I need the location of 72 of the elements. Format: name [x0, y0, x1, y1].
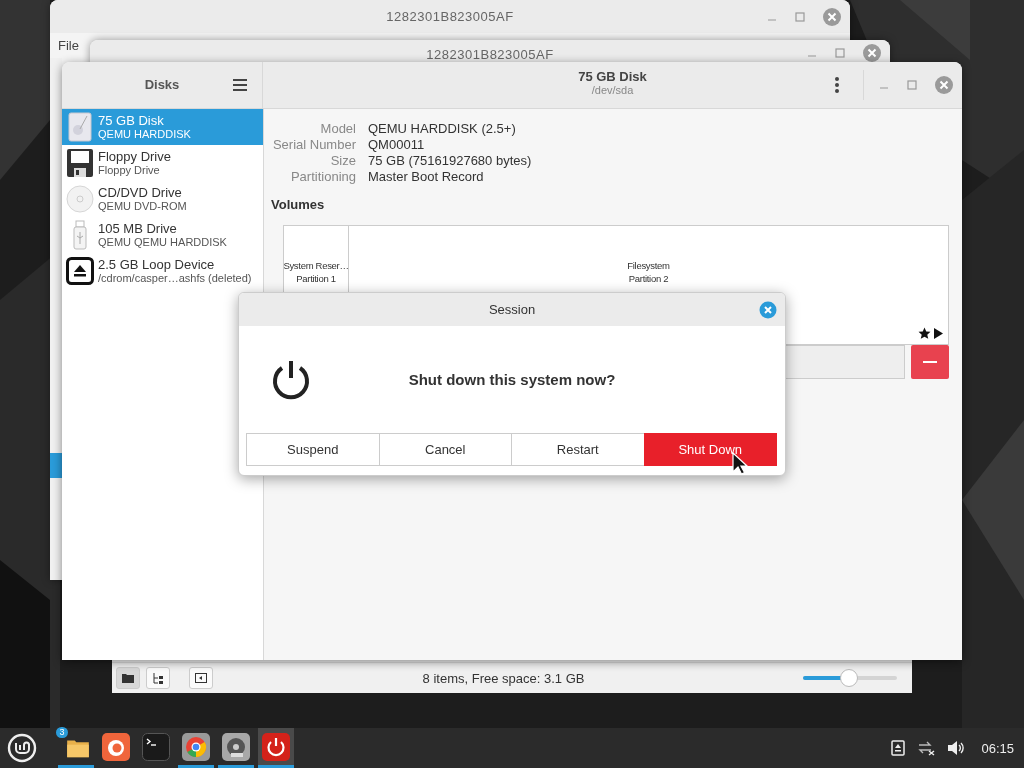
drive-detail: QEMU DVD-ROM	[98, 200, 187, 213]
optical-disc-icon	[66, 184, 94, 214]
dialog-button[interactable]: Cancel	[378, 433, 512, 466]
drive-detail: QEMU QEMU HARDDISK	[98, 236, 227, 249]
notification-badge: 3	[56, 727, 68, 738]
window-title: 75 GB Disk	[578, 69, 647, 84]
removable-drive-icon[interactable]	[891, 740, 906, 756]
more-options-icon[interactable]	[835, 77, 839, 93]
dialog-button[interactable]: Restart	[511, 433, 645, 466]
dialog-message: Shut down this system now?	[407, 371, 617, 388]
power-icon[interactable]	[262, 732, 290, 761]
drive-name: 105 MB Drive	[98, 221, 178, 236]
tree-icon	[152, 672, 164, 684]
tree-view-button[interactable]	[146, 667, 170, 689]
browser-icon[interactable]	[102, 732, 130, 761]
property-label: Serial Number	[271, 137, 356, 153]
sidebar-selection	[50, 453, 62, 478]
drive-name: Floppy Drive	[98, 149, 171, 164]
taskbar-app[interactable]	[258, 728, 294, 768]
volume-icon[interactable]	[947, 740, 966, 756]
sidebar-toggle-button[interactable]	[189, 667, 213, 689]
eject-icon	[66, 256, 94, 286]
close-icon[interactable]	[934, 75, 954, 95]
play-icon	[933, 327, 944, 340]
property-label: Model	[319, 121, 356, 137]
terminal-icon[interactable]	[142, 732, 170, 761]
zoom-slider-thumb[interactable]	[840, 669, 859, 687]
drive-item[interactable]: 105 MB Drive QEMU QEMU HARDDISK	[62, 217, 263, 253]
property-label: Size	[329, 153, 356, 169]
property-value: 75 GB (75161927680 bytes)	[368, 153, 533, 169]
folder-icon	[122, 673, 134, 683]
icon-view-button[interactable]	[116, 667, 140, 689]
section-heading: Volumes	[271, 197, 326, 213]
browser-icon[interactable]	[182, 732, 210, 761]
window-title: 1282301B823005AF	[386, 9, 514, 24]
dialog-button[interactable]: Suspend	[246, 433, 380, 466]
network-disconnected-icon[interactable]	[917, 740, 936, 756]
window-subtitle: /dev/sda	[591, 84, 634, 96]
star-icon	[918, 327, 931, 340]
partition-number: Partition 2	[628, 271, 669, 285]
status-text: 8 items, Free space: 3.1 GB	[421, 670, 586, 686]
close-icon[interactable]	[862, 43, 882, 63]
drive-detail: Floppy Drive	[98, 164, 161, 177]
partition-name: System Reser…	[283, 258, 349, 272]
property-value: QM00011	[368, 137, 426, 153]
drive-item[interactable]: 2.5 GB Loop Device /cdrom/casper…ashfs (deleted)	[62, 253, 263, 289]
menu-icon[interactable]	[232, 78, 248, 92]
menu-item[interactable]: File	[50, 33, 87, 58]
drive-name: CD/DVD Drive	[98, 185, 183, 200]
sidebar-title: Disks	[144, 77, 180, 92]
close-icon[interactable]	[759, 300, 777, 319]
window-title: 1282301B823005AF	[426, 47, 554, 62]
drive-item[interactable]: Floppy Drive Floppy Drive	[62, 145, 263, 181]
close-icon[interactable]	[822, 6, 842, 27]
drive-name: 2.5 GB Loop Device	[98, 257, 216, 272]
drive-name: 75 GB Disk	[98, 113, 165, 128]
drive-item[interactable]: CD/DVD Drive QEMU DVD-ROM	[62, 181, 263, 217]
dialog-title: Session	[488, 302, 536, 317]
property-label: Partitioning	[289, 169, 356, 185]
minus-icon	[923, 361, 937, 363]
partition-name: Filesystem	[627, 258, 670, 272]
clock[interactable]: 06:15	[981, 740, 1014, 756]
start-menu-icon[interactable]	[7, 733, 37, 763]
drive-detail: /cdrom/casper…ashfs (deleted)	[98, 272, 252, 285]
disk-utility-icon[interactable]	[222, 732, 250, 761]
delete-partition-button[interactable]	[911, 345, 949, 379]
sidebar-icon	[195, 673, 207, 683]
drive-detail: QEMU HARDDISK	[98, 128, 191, 141]
partition-number: Partition 1	[296, 271, 336, 285]
property-value: Master Boot Record	[368, 169, 485, 185]
property-value: QEMU HARDDISK (2.5+)	[368, 121, 517, 137]
shut-down-button[interactable]: Shut Down	[643, 433, 777, 466]
